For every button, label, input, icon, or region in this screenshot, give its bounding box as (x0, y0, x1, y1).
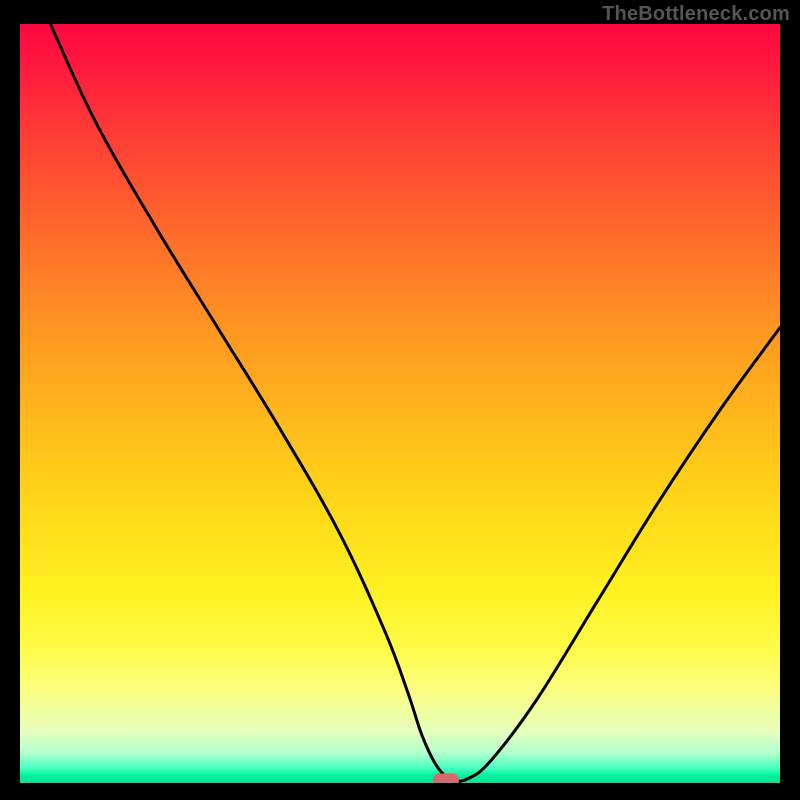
optimum-marker (433, 773, 459, 783)
bottleneck-curve (20, 24, 780, 783)
watermark-text: TheBottleneck.com (602, 3, 790, 26)
plot-area (20, 24, 780, 783)
chart-frame: TheBottleneck.com (0, 0, 800, 800)
